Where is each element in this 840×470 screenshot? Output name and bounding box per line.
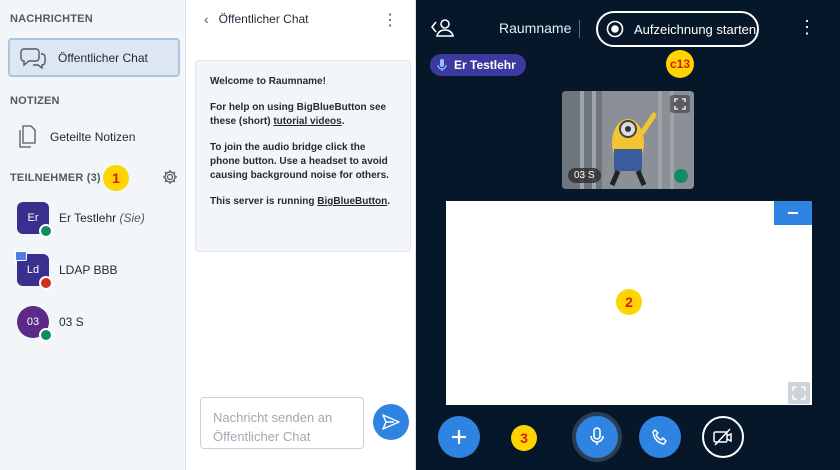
tutorial-videos-link[interactable]: tutorial videos [273, 116, 341, 127]
welcome-line: Welcome to Raumname! [210, 76, 326, 87]
mic-muted-icon [39, 276, 53, 290]
user-list-item[interactable]: Er Er Testlehr (Sie) [0, 201, 186, 238]
user-list-icon[interactable] [430, 18, 456, 38]
mic-icon [589, 427, 605, 447]
welcome-server: This server is running BigBlueButton. [210, 195, 396, 209]
mic-icon [436, 58, 448, 72]
expand-icon[interactable] [670, 95, 690, 113]
chat-message-input[interactable]: Nachricht senden an Öffentlicher Chat [200, 397, 364, 449]
chat-title: Öffentlicher Chat [218, 12, 309, 26]
room-name: Raumname [499, 20, 572, 36]
sidebar: NACHRICHTEN Öffentlicher Chat NOTIZEN Ge… [0, 0, 186, 470]
user-list-item[interactable]: 03 03 S [0, 305, 186, 342]
avatar-initials: 03 [26, 316, 40, 328]
welcome-help-period: . [341, 116, 345, 127]
avatar-initials: Er [27, 212, 39, 224]
plus-icon [450, 428, 468, 446]
chat-header: ‹ Öffentlicher Chat ⋮ [186, 0, 416, 38]
fullscreen-button[interactable] [788, 382, 810, 404]
gear-icon[interactable] [162, 169, 178, 185]
welcome-help: For help on using BigBlueButton see thes… [210, 101, 396, 129]
phone-icon [651, 428, 669, 446]
messages-section-title: NACHRICHTEN [10, 13, 93, 25]
avatar: Ld [15, 251, 53, 290]
back-icon[interactable]: ‹ [204, 11, 209, 27]
user-name: 03 S [59, 315, 84, 329]
headset-icon [674, 169, 688, 183]
record-label: Aufzeichnung starten [634, 21, 757, 37]
more-icon[interactable]: ⋮ [798, 17, 816, 38]
chat-panel: ‹ Öffentlicher Chat ⋮ Welcome to Raumnam… [186, 0, 416, 470]
welcome-server-text: This server is running [210, 196, 318, 207]
user-name: Er Testlehr (Sie) [59, 211, 145, 225]
annotation-marker-1: 1 [103, 165, 129, 191]
public-chat-item[interactable]: Öffentlicher Chat [8, 38, 180, 77]
more-icon[interactable]: ⋮ [382, 10, 398, 30]
main-area: Raumname Aufzeichnung starten ⋮ Er Testl… [416, 0, 840, 470]
shared-notes-item[interactable]: Geteilte Notizen [0, 122, 186, 152]
presenter-icon [15, 251, 27, 261]
presentation-area[interactable]: 2 [446, 201, 812, 405]
welcome-audio: To join the audio bridge click the phone… [210, 142, 389, 181]
record-icon [606, 20, 624, 38]
leave-audio-button[interactable] [639, 416, 681, 458]
participants-section-title: TEILNEHMER (3) [10, 172, 101, 184]
user-self-label: (Sie) [119, 211, 145, 225]
mute-button[interactable] [572, 412, 622, 462]
camera-off-icon [713, 428, 733, 446]
bigbluebutton-link[interactable]: BigBlueButton [317, 196, 387, 207]
talking-user-name: Er Testlehr [454, 58, 516, 72]
chat-icon [20, 47, 46, 69]
send-icon [382, 414, 400, 430]
avatar: 03 [17, 306, 53, 342]
user-name-text: Er Testlehr [59, 211, 117, 225]
actions-button[interactable] [438, 416, 480, 458]
welcome-server-period: . [387, 196, 391, 207]
notes-section-title: NOTIZEN [10, 95, 60, 107]
minimize-presentation-button[interactable] [774, 201, 812, 225]
public-chat-label: Öffentlicher Chat [58, 50, 148, 65]
notes-icon [18, 125, 36, 149]
fullscreen-icon [792, 386, 806, 400]
headset-icon [39, 328, 53, 342]
record-button[interactable]: Aufzeichnung starten [596, 11, 759, 47]
webcam-video[interactable]: 03 S [562, 91, 694, 189]
avatar: Er [17, 202, 53, 238]
user-list-item[interactable]: Ld LDAP BBB [0, 251, 186, 290]
send-button[interactable] [373, 404, 409, 440]
webcam-user-name: 03 S [568, 168, 601, 183]
user-name: LDAP BBB [59, 263, 118, 277]
mic-icon [39, 224, 53, 238]
share-webcam-button[interactable] [702, 416, 744, 458]
welcome-message: Welcome to Raumname! For help on using B… [195, 60, 411, 252]
annotation-marker-2: 2 [616, 289, 642, 315]
annotation-marker-3: 3 [511, 425, 537, 451]
avatar-initials: Ld [26, 264, 40, 276]
talking-indicator[interactable]: Er Testlehr [430, 54, 526, 76]
annotation-marker-c13: c13 [666, 50, 694, 78]
shared-notes-label: Geteilte Notizen [50, 130, 136, 144]
divider [579, 20, 580, 38]
minimize-icon [788, 212, 798, 214]
